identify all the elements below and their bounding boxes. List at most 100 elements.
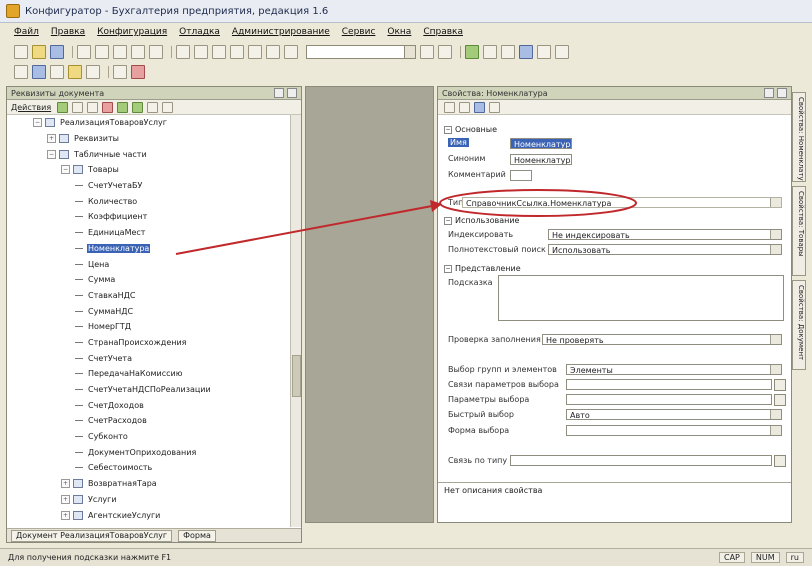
close-icon[interactable] — [777, 88, 787, 98]
tree-item[interactable]: СчетУчетаНДСПоРеализации — [7, 382, 289, 398]
tree-item[interactable]: ЕдиницаМест — [7, 225, 289, 241]
tree-item[interactable]: Цена — [7, 256, 289, 272]
fillcheck-field[interactable]: Не проверять — [542, 334, 782, 345]
fulltext-field[interactable]: Использовать — [548, 244, 782, 255]
tree-item[interactable]: Сумма — [7, 272, 289, 288]
menu-edit[interactable]: Правка — [51, 27, 85, 37]
step-icon[interactable] — [483, 45, 497, 59]
comment-field[interactable] — [510, 170, 532, 181]
collapse-icon[interactable]: − — [33, 118, 42, 128]
step-over-icon[interactable] — [501, 45, 515, 59]
ellipsis-icon[interactable] — [774, 394, 786, 406]
choiceform-field[interactable] — [566, 425, 782, 436]
tree-item[interactable]: + АгентскиеУслуги — [7, 507, 289, 523]
find-next-icon[interactable] — [438, 45, 452, 59]
tree-item[interactable]: СтавкаНДС — [7, 288, 289, 304]
copy-icon[interactable] — [95, 45, 109, 59]
chevron-down-icon[interactable] — [770, 335, 781, 344]
tree-item[interactable]: − РеализацияТоваровУслуг — [7, 115, 289, 131]
name-field[interactable]: Номенклатура — [510, 138, 572, 149]
choicegroup-field[interactable]: Элементы — [566, 364, 782, 375]
collapse-icon[interactable]: − — [444, 264, 452, 273]
tree-item[interactable]: СтранаПроисхождения — [7, 335, 289, 351]
new-icon[interactable] — [14, 45, 28, 59]
scrollbar-thumb[interactable] — [292, 355, 301, 397]
find-icon[interactable] — [176, 45, 190, 59]
menu-help[interactable]: Справка — [423, 27, 463, 37]
chevron-down-icon[interactable] — [770, 245, 781, 254]
search-combo[interactable] — [306, 45, 416, 59]
tree-item[interactable]: ПередачаНаКомиссию — [7, 366, 289, 382]
move-down-icon[interactable] — [132, 101, 144, 113]
tab-document[interactable]: Документ РеализацияТоваровУслуг — [11, 529, 173, 542]
collapse-icon[interactable]: − — [61, 165, 70, 175]
menu-configuration[interactable]: Конфигурация — [97, 27, 167, 37]
add-icon[interactable] — [57, 101, 69, 113]
tree-item[interactable]: Коэффициент — [7, 209, 289, 225]
debug-icon[interactable] — [131, 65, 145, 79]
bookmark-next-icon[interactable] — [230, 45, 244, 59]
tree-item[interactable]: + Услуги — [7, 492, 289, 508]
chevron-down-icon[interactable] — [770, 426, 781, 435]
tree-item[interactable]: − Табличные части — [7, 146, 289, 162]
tree-item[interactable]: НомерГТД — [7, 319, 289, 335]
compare-icon[interactable] — [50, 65, 64, 79]
stop-icon[interactable] — [537, 45, 551, 59]
cut-icon[interactable] — [77, 45, 91, 59]
tree-item[interactable]: СчетРасходов — [7, 413, 289, 429]
choicelinks-field[interactable] — [566, 394, 772, 405]
tree-item[interactable]: Субконто — [7, 429, 289, 445]
menu-windows[interactable]: Окна — [387, 27, 411, 37]
tree-item[interactable]: + ВозвратнаяТара — [7, 476, 289, 492]
filter-icon[interactable] — [489, 101, 500, 113]
tree-item[interactable]: СчетУчета — [7, 350, 289, 366]
user-icon[interactable] — [113, 65, 127, 79]
synonym-field[interactable]: Номенклатура — [510, 154, 572, 165]
choiceparams-field[interactable] — [566, 379, 772, 390]
delete-icon[interactable] — [102, 101, 114, 113]
menu-file[interactable]: Файл — [14, 27, 39, 37]
help-icon[interactable] — [555, 45, 569, 59]
expand-icon[interactable]: + — [61, 510, 70, 520]
categorized-icon[interactable] — [444, 101, 455, 113]
menu-service[interactable]: Сервис — [342, 27, 376, 37]
expand-icon[interactable]: + — [61, 479, 70, 489]
tree-item[interactable]: СчетУчетаБУ — [7, 178, 289, 194]
section-usage[interactable]: − Использование — [444, 216, 519, 225]
tree-icon[interactable] — [68, 65, 82, 79]
pin-icon[interactable] — [764, 88, 774, 98]
undo-icon[interactable] — [131, 45, 145, 59]
tree-item[interactable]: − Товары — [7, 162, 289, 178]
sort-icon[interactable] — [147, 101, 159, 113]
paste-icon[interactable] — [113, 45, 127, 59]
alphabetical-icon[interactable] — [459, 101, 470, 113]
property-pages-icon[interactable] — [474, 101, 485, 113]
expand-icon[interactable]: + — [47, 134, 56, 144]
chevron-down-icon[interactable] — [770, 365, 781, 374]
filter-icon[interactable] — [162, 101, 174, 113]
update-db-icon[interactable] — [32, 65, 46, 79]
close-icon[interactable] — [287, 88, 297, 98]
section-main[interactable]: − Основные — [444, 125, 497, 134]
tab-form[interactable]: Форма — [178, 529, 216, 542]
section-presentation[interactable]: − Представление — [444, 264, 521, 273]
tree-item[interactable]: ДокументОприходования — [7, 444, 289, 460]
add-child-icon[interactable] — [72, 101, 84, 113]
collapse-icon[interactable]: − — [444, 216, 452, 225]
tree-item[interactable]: СчетДоходов — [7, 397, 289, 413]
collapse-icon[interactable]: − — [444, 125, 452, 134]
collapse-icon[interactable]: − — [47, 149, 56, 159]
actions-menu[interactable]: Действия — [11, 103, 51, 112]
type-field[interactable]: СправочникСсылка.Номенклатура — [462, 197, 782, 208]
save-icon[interactable] — [50, 45, 64, 59]
move-up-icon[interactable] — [117, 101, 129, 113]
redo-icon[interactable] — [149, 45, 163, 59]
replace-icon[interactable] — [194, 45, 208, 59]
chevron-down-icon[interactable] — [770, 198, 781, 207]
breakpoint-icon[interactable] — [519, 45, 533, 59]
open-config-icon[interactable] — [14, 65, 28, 79]
open-icon[interactable] — [32, 45, 46, 59]
outdent-icon[interactable] — [284, 45, 298, 59]
ellipsis-icon[interactable] — [774, 379, 786, 391]
edit-icon[interactable] — [87, 101, 99, 113]
